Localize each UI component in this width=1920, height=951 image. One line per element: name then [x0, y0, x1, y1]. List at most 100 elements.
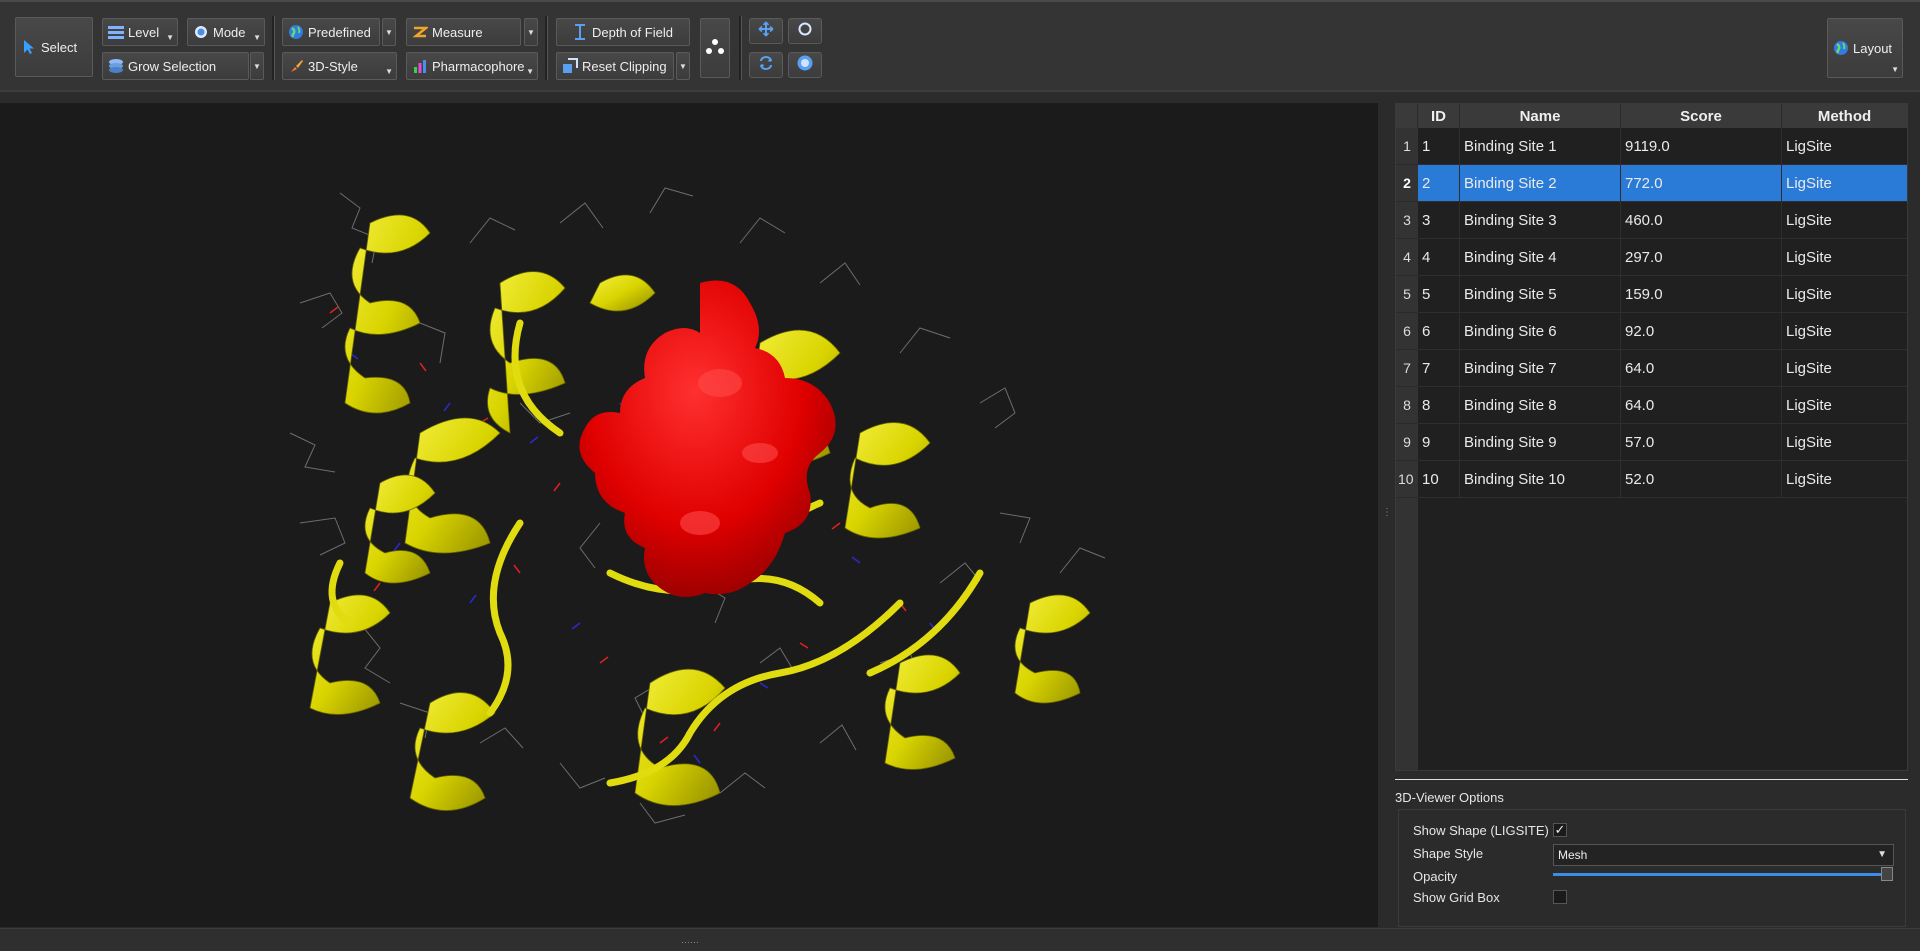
cursor-icon	[20, 38, 38, 56]
table-header: ID Name Score Method	[1396, 104, 1907, 128]
cell-id: 8	[1418, 387, 1460, 423]
cell-score: 57.0	[1621, 424, 1782, 460]
molecule-icon	[705, 38, 725, 59]
select-button[interactable]: Select	[15, 17, 93, 77]
depth-of-field-button[interactable]: Depth of Field	[556, 18, 690, 46]
panel-splitter[interactable]: ⋮	[1378, 103, 1392, 927]
molecule-view-button[interactable]	[700, 18, 730, 78]
chevron-down-icon: ▼	[385, 27, 393, 37]
chevron-down-icon: ▼	[253, 61, 261, 71]
row-header[interactable]: 8	[1396, 387, 1418, 424]
column-header-score[interactable]: Score	[1621, 104, 1782, 128]
column-header-id[interactable]: ID	[1418, 104, 1460, 128]
cell-id: 10	[1418, 461, 1460, 497]
chevron-down-icon: ▼	[526, 67, 534, 76]
grow-selection-dropdown[interactable]: ▼	[250, 52, 264, 80]
level-button[interactable]: Level ▼	[102, 18, 178, 46]
globe-icon	[1832, 39, 1850, 57]
rotate-button[interactable]	[788, 18, 822, 44]
table-row[interactable]: 5 Binding Site 5 159.0 LigSite	[1418, 276, 1907, 313]
reset-clipping-button[interactable]: Reset Clipping	[556, 52, 674, 80]
predefined-button[interactable]: Predefined	[282, 18, 380, 46]
table-row[interactable]: 2 Binding Site 2 772.0 LigSite	[1418, 165, 1907, 202]
3d-style-label: 3D-Style	[308, 58, 358, 74]
shape-style-select[interactable]: Mesh ▼	[1553, 844, 1894, 866]
chevron-down-icon: ▼	[679, 61, 687, 71]
pan-button[interactable]	[749, 18, 783, 44]
table-row[interactable]: 3 Binding Site 3 460.0 LigSite	[1418, 202, 1907, 239]
cell-name: Binding Site 7	[1460, 350, 1621, 386]
shape-style-value: Mesh	[1558, 848, 1588, 862]
sync-button[interactable]	[749, 52, 783, 78]
measure-dropdown[interactable]: ▼	[524, 18, 538, 46]
opacity-slider[interactable]	[1553, 867, 1893, 881]
cell-method: LigSite	[1786, 137, 1832, 155]
measure-button[interactable]: Measure	[406, 18, 521, 46]
corner-header[interactable]	[1396, 104, 1418, 128]
splitter-grip: ……	[681, 935, 699, 945]
row-header[interactable]: 2	[1396, 165, 1418, 202]
row-header[interactable]: 4	[1396, 239, 1418, 276]
reset-clipping-icon	[561, 57, 579, 75]
table-row[interactable]: 8 Binding Site 8 64.0 LigSite	[1418, 387, 1907, 424]
toolbar-separator	[739, 16, 742, 80]
move-icon	[758, 21, 774, 42]
focus-button[interactable]	[788, 52, 822, 78]
predefined-dropdown[interactable]: ▼	[382, 18, 396, 46]
pharmacophore-icon	[411, 57, 429, 75]
cell-name: Binding Site 10	[1460, 461, 1621, 497]
cell-id: 6	[1418, 313, 1460, 349]
binding-sites-table: ID Name Score Method 1 1 Binding Site 1 911…	[1395, 103, 1908, 771]
cell-method: LigSite	[1786, 285, 1832, 303]
cell-name: Binding Site 1	[1460, 128, 1621, 164]
cell-score: 9119.0	[1621, 128, 1782, 164]
cell-method: LigSite	[1786, 211, 1832, 229]
depth-of-field-icon	[571, 23, 589, 41]
shape-style-label: Shape Style	[1413, 846, 1484, 861]
3d-viewer[interactable]	[0, 103, 1378, 927]
pharmacophore-label: Pharmacophore	[432, 58, 525, 74]
row-header[interactable]: 5	[1396, 276, 1418, 313]
row-header[interactable]: 10	[1396, 461, 1418, 498]
opacity-slider-handle[interactable]	[1881, 867, 1893, 881]
mode-button[interactable]: Mode ▼	[187, 18, 265, 46]
show-shape-checkbox[interactable]: ✓	[1553, 822, 1567, 837]
row-header[interactable]: 7	[1396, 350, 1418, 387]
table-row[interactable]: 4 Binding Site 4 297.0 LigSite	[1418, 239, 1907, 276]
table-row[interactable]: 7 Binding Site 7 64.0 LigSite	[1418, 350, 1907, 387]
column-header-name[interactable]: Name	[1460, 104, 1621, 128]
bottom-splitter[interactable]: ……	[0, 928, 1920, 951]
divider	[1395, 779, 1908, 780]
row-header[interactable]: 1	[1396, 128, 1418, 165]
cell-name: Binding Site 8	[1460, 387, 1621, 423]
grow-selection-button[interactable]: Grow Selection	[102, 52, 249, 80]
globe-icon	[287, 23, 305, 41]
reset-clipping-dropdown[interactable]: ▼	[676, 52, 690, 80]
cell-method: LigSite	[1786, 359, 1832, 377]
focus-icon	[796, 54, 814, 77]
row-header[interactable]: 6	[1396, 313, 1418, 350]
row-header[interactable]: 9	[1396, 424, 1418, 461]
table-row[interactable]: 10 Binding Site 10 52.0 LigSite	[1418, 461, 1907, 498]
table-row[interactable]: 9 Binding Site 9 57.0 LigSite	[1418, 424, 1907, 461]
options-title: 3D-Viewer Options	[1395, 790, 1504, 805]
chevron-down-icon: ▼	[385, 67, 393, 76]
show-grid-box-checkbox[interactable]	[1553, 890, 1567, 904]
pharmacophore-button[interactable]: Pharmacophore ▼	[406, 52, 538, 80]
3d-style-button[interactable]: 3D-Style ▼	[282, 52, 397, 80]
grow-selection-label: Grow Selection	[128, 58, 217, 74]
level-icon	[107, 23, 125, 41]
table-row[interactable]: 1 Binding Site 1 9119.0 LigSite	[1418, 128, 1907, 165]
circle-icon	[797, 21, 813, 42]
show-shape-label: Show Shape (LIGSITE)	[1413, 823, 1549, 838]
cell-id: 9	[1418, 424, 1460, 460]
column-header-method[interactable]: Method	[1782, 104, 1907, 128]
cell-score: 92.0	[1621, 313, 1782, 349]
layout-button[interactable]: Layout ▼	[1827, 18, 1903, 78]
cell-name: Binding Site 6	[1460, 313, 1621, 349]
table-row[interactable]: 6 Binding Site 6 92.0 LigSite	[1418, 313, 1907, 350]
options-group: Show Shape (LIGSITE) ✓ Shape Style Mesh …	[1398, 809, 1906, 927]
cell-name: Binding Site 4	[1460, 239, 1621, 275]
chevron-down-icon: ▼	[1877, 849, 1887, 860]
row-header[interactable]: 3	[1396, 202, 1418, 239]
